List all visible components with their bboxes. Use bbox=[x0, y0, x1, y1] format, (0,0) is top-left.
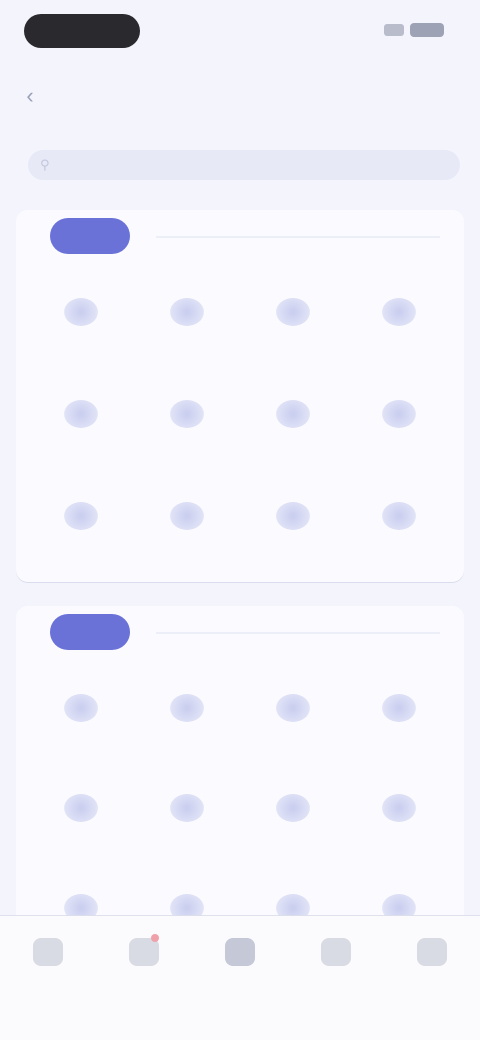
profile-icon bbox=[417, 938, 447, 966]
grid-icon bbox=[225, 938, 255, 966]
search-icon: ⚲ bbox=[40, 157, 50, 172]
category-section bbox=[16, 210, 464, 582]
grid-item[interactable] bbox=[134, 266, 240, 368]
grid-item[interactable] bbox=[240, 662, 346, 762]
battery-icon bbox=[410, 23, 444, 37]
app-screen: ‹ ⚲ bbox=[0, 0, 480, 1040]
search-bar[interactable]: ⚲ bbox=[28, 150, 460, 180]
nav-bar: ‹ bbox=[0, 68, 480, 124]
section-header bbox=[16, 210, 464, 262]
grid-item[interactable] bbox=[346, 368, 452, 470]
app-icon bbox=[276, 694, 310, 722]
app-icon bbox=[64, 694, 98, 722]
app-icon bbox=[170, 502, 204, 530]
app-icon bbox=[170, 694, 204, 722]
grid-item[interactable] bbox=[134, 368, 240, 470]
grid-item[interactable] bbox=[240, 266, 346, 368]
section-divider bbox=[156, 236, 440, 238]
grid-item[interactable] bbox=[346, 266, 452, 368]
grid-item[interactable] bbox=[346, 762, 452, 862]
app-icon bbox=[64, 400, 98, 428]
back-arrow-icon[interactable]: ‹ bbox=[16, 82, 44, 110]
category-grid bbox=[28, 266, 452, 572]
app-icon bbox=[64, 298, 98, 326]
grid-item[interactable] bbox=[346, 662, 452, 762]
signal-icon bbox=[384, 24, 404, 36]
search-input[interactable] bbox=[57, 156, 460, 174]
home-icon bbox=[33, 938, 63, 966]
tab-item-3[interactable] bbox=[291, 938, 381, 987]
app-icon bbox=[382, 794, 416, 822]
category-section bbox=[16, 606, 464, 936]
grid-item[interactable] bbox=[134, 662, 240, 762]
app-icon bbox=[276, 502, 310, 530]
app-icon bbox=[382, 502, 416, 530]
app-icon bbox=[170, 400, 204, 428]
app-icon bbox=[382, 400, 416, 428]
status-indicators bbox=[352, 22, 444, 38]
app-icon bbox=[170, 298, 204, 326]
grid-item[interactable] bbox=[134, 762, 240, 862]
tab-item-1[interactable] bbox=[99, 934, 189, 987]
grid-item[interactable] bbox=[240, 368, 346, 470]
grid-item[interactable] bbox=[28, 662, 134, 762]
tab-item-0[interactable] bbox=[3, 938, 93, 987]
status-time bbox=[24, 14, 140, 48]
message-icon bbox=[129, 938, 159, 966]
grid-item[interactable] bbox=[28, 266, 134, 368]
section-tag[interactable] bbox=[50, 614, 130, 650]
grid-item[interactable] bbox=[134, 470, 240, 572]
notification-badge bbox=[151, 934, 159, 942]
cart-icon bbox=[321, 938, 351, 966]
app-icon bbox=[276, 298, 310, 326]
bottom-tab-bar bbox=[0, 916, 480, 1040]
section-divider bbox=[156, 632, 440, 634]
app-icon bbox=[276, 794, 310, 822]
tab-item-2[interactable] bbox=[195, 938, 285, 987]
grid-item[interactable] bbox=[28, 470, 134, 572]
section-tag[interactable] bbox=[50, 218, 130, 254]
grid-item[interactable] bbox=[346, 470, 452, 572]
grid-item[interactable] bbox=[240, 470, 346, 572]
tab-item-4[interactable] bbox=[387, 938, 477, 987]
app-icon bbox=[276, 400, 310, 428]
app-icon bbox=[382, 694, 416, 722]
grid-item[interactable] bbox=[28, 762, 134, 862]
app-icon bbox=[64, 502, 98, 530]
grid-item[interactable] bbox=[240, 762, 346, 862]
status-bar bbox=[0, 0, 480, 64]
app-icon bbox=[64, 794, 98, 822]
section-header bbox=[16, 606, 464, 658]
grid-item[interactable] bbox=[28, 368, 134, 470]
app-icon bbox=[170, 794, 204, 822]
app-icon bbox=[382, 298, 416, 326]
